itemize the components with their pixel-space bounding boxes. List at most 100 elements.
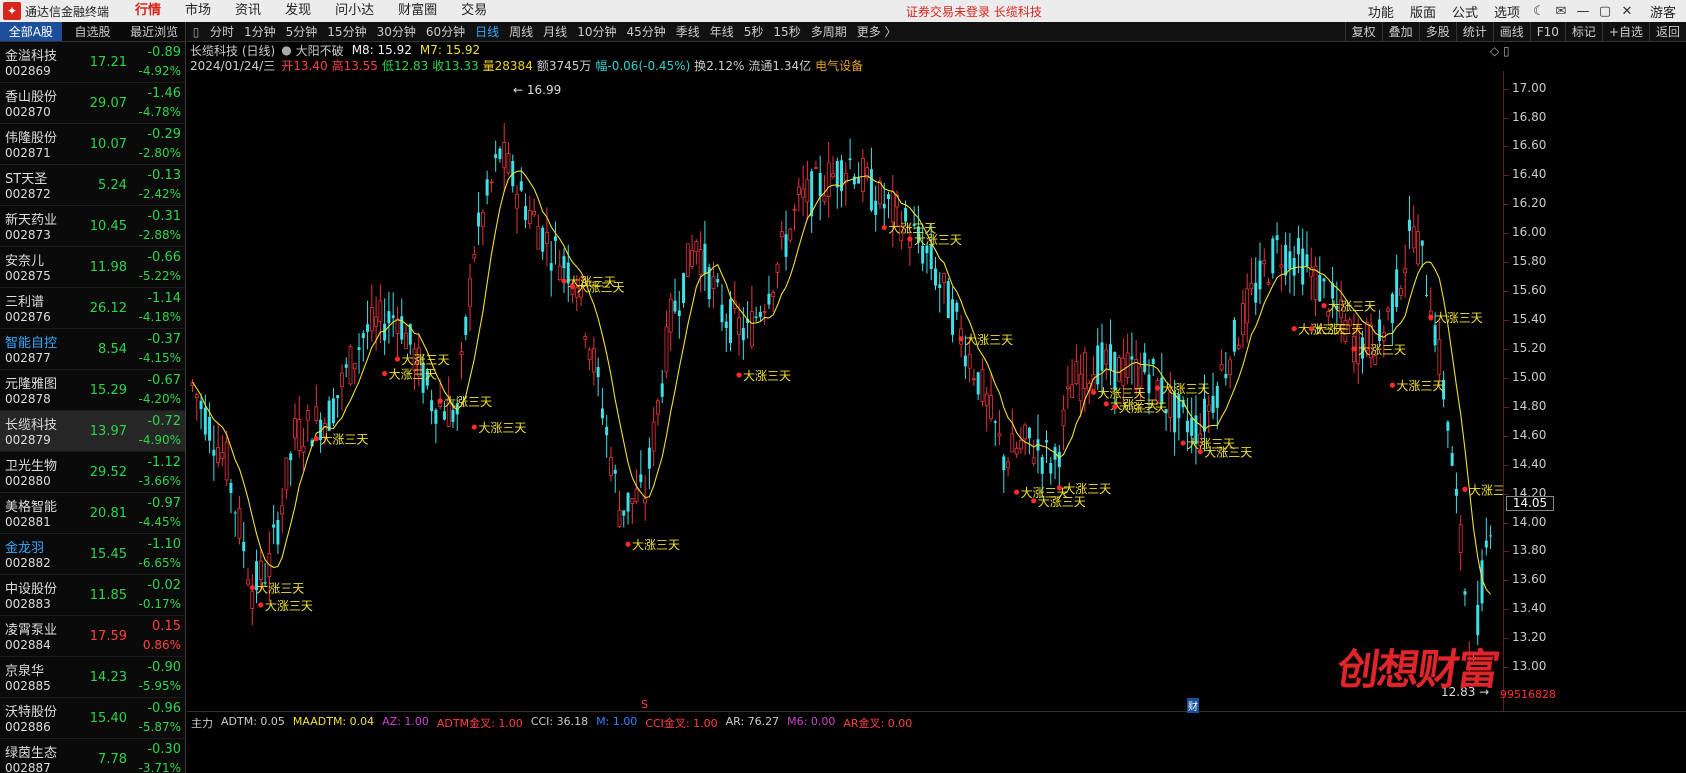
stock-row[interactable]: ST天圣 002872 5.24 -0.13 -2.42%: [0, 165, 185, 206]
stock-row[interactable]: 中设股份 002883 11.85 -0.02 -0.17%: [0, 575, 185, 616]
period-tab-6[interactable]: 日线: [470, 23, 504, 40]
guest-button[interactable]: 游客: [1638, 2, 1686, 21]
stock-row[interactable]: 智能自控 002877 8.54 -0.37 -4.15%: [0, 329, 185, 370]
stock-row[interactable]: 京泉华 002885 14.23 -0.90 -5.95%: [0, 657, 185, 698]
sidebar-tab-1[interactable]: 自选股: [62, 22, 124, 41]
candle: [651, 407, 656, 467]
period-tab-8[interactable]: 月线: [538, 23, 572, 40]
stock-row[interactable]: 卫光生物 002880 29.52 -1.12 -3.66%: [0, 452, 185, 493]
period-tab-1[interactable]: 1分钟: [239, 23, 281, 40]
candle: [583, 332, 588, 348]
candle: [656, 398, 660, 426]
menu-0[interactable]: 行情: [123, 0, 173, 22]
period-tab-9[interactable]: 10分钟: [572, 23, 621, 40]
tool-button-5[interactable]: F10: [1529, 22, 1565, 42]
stock-row[interactable]: 元隆雅图 002878 15.29 -0.67 -4.20%: [0, 370, 185, 411]
top-right-3[interactable]: 选项: [1486, 2, 1528, 21]
period-tab-14[interactable]: 15秒: [768, 23, 805, 40]
stock-row[interactable]: 沃特股份 002886 15.40 -0.96 -5.87%: [0, 698, 185, 739]
tick-mark: [1504, 320, 1509, 321]
stock-row[interactable]: 安奈儿 002875 11.98 -0.66 -5.22%: [0, 247, 185, 288]
signal-marker: 大涨三天: [958, 332, 1013, 347]
signal-label: 大涨三天: [1119, 400, 1167, 415]
close-icon[interactable]: ✕: [1616, 4, 1638, 19]
stock-row[interactable]: 美格智能 002881 20.81 -0.97 -4.45%: [0, 493, 185, 534]
stock-pct: -5.22%: [138, 269, 181, 283]
tool-button-0[interactable]: 复权: [1344, 22, 1382, 42]
period-tab-4[interactable]: 30分钟: [372, 23, 421, 40]
stock-code: 002877: [5, 351, 51, 365]
period-tab-13[interactable]: 5秒: [739, 23, 769, 40]
menu-4[interactable]: 问小达: [323, 0, 386, 22]
signal-label: 大涨三天: [478, 420, 526, 435]
tick-mark: [1504, 117, 1509, 119]
tick-mark: [1504, 464, 1509, 466]
tool-button-3[interactable]: 统计: [1455, 22, 1493, 42]
tool-button-8[interactable]: 返回: [1648, 22, 1686, 42]
login-notice[interactable]: 证券交易未登录 长缆科技: [906, 3, 1042, 20]
tool-button-7[interactable]: +自选: [1601, 22, 1649, 42]
candlestick-chart[interactable]: 大涨三天大涨三天大涨三天大涨三天大涨三天大涨三天大涨三天大涨三天大涨三天大涨三天…: [187, 71, 1503, 711]
menu-3[interactable]: 发现: [273, 0, 323, 22]
stock-row[interactable]: 长缆科技 002879 13.97 -0.72 -4.90%: [0, 411, 185, 452]
tick-mark: [1504, 522, 1509, 524]
top-right-1[interactable]: 版面: [1402, 2, 1444, 21]
menu-5[interactable]: 财富圈: [386, 0, 449, 22]
period-tab-12[interactable]: 年线: [705, 23, 739, 40]
period-tab-3[interactable]: 15分钟: [322, 23, 371, 40]
candle: [1049, 457, 1053, 485]
period-tab-2[interactable]: 5分钟: [281, 23, 323, 40]
menu-2[interactable]: 资讯: [223, 0, 273, 22]
price-tick: 17.00: [1512, 80, 1547, 95]
stock-row[interactable]: 三利谱 002876 26.12 -1.14 -4.18%: [0, 288, 185, 329]
minimize-icon[interactable]: —: [1572, 4, 1594, 19]
tool-button-4[interactable]: 画线: [1492, 22, 1530, 42]
period-tab-15[interactable]: 多周期: [806, 23, 852, 40]
maximize-icon[interactable]: ▢: [1594, 4, 1616, 19]
candle: [549, 241, 553, 297]
stock-row[interactable]: 绿茵生态 002887 7.78 -0.30 -3.71%: [0, 739, 185, 773]
theme-icon[interactable]: ☾: [1528, 4, 1550, 19]
tick-mark: [1504, 493, 1509, 495]
candle: [1420, 240, 1424, 268]
menu-1[interactable]: 市场: [173, 0, 223, 22]
chart-options-icon[interactable]: ◇ ▯: [1490, 44, 1510, 58]
tool-button-6[interactable]: 标记: [1564, 22, 1602, 42]
tool-button-1[interactable]: 叠加: [1381, 22, 1419, 42]
tick-mark: [1504, 291, 1509, 293]
candle: [626, 492, 630, 525]
stock-row[interactable]: 新天药业 002873 10.45 -0.31 -2.88%: [0, 206, 185, 247]
candle: [340, 364, 344, 411]
stock-pct: -0.17%: [138, 597, 181, 611]
candle: [430, 389, 434, 425]
candle: [1236, 337, 1241, 351]
candle: [613, 464, 617, 493]
signal-label: 大涨三天: [1204, 445, 1252, 460]
stock-row[interactable]: 伟隆股份 002871 10.07 -0.29 -2.80%: [0, 124, 185, 165]
sidebar-tab-2[interactable]: 最近浏览: [123, 22, 185, 41]
top-right-0[interactable]: 功能: [1360, 2, 1402, 21]
period-tab-7[interactable]: 周线: [504, 23, 538, 40]
top-right-2[interactable]: 公式: [1444, 2, 1486, 21]
period-tab-5[interactable]: 60分钟: [421, 23, 470, 40]
stock-row[interactable]: 香山股份 002870 29.07 -1.46 -4.78%: [0, 83, 185, 124]
indicator-dot-icon[interactable]: ●: [281, 43, 291, 57]
stock-row[interactable]: 金溢科技 002869 17.21 -0.89 -4.92%: [0, 42, 185, 83]
stock-row[interactable]: 金龙羽 002882 15.45 -1.10 -6.65%: [0, 534, 185, 575]
finance-marker[interactable]: 财: [1187, 698, 1199, 713]
period-tab-11[interactable]: 季线: [671, 23, 705, 40]
candle: [737, 303, 741, 356]
sidebar-tab-0[interactable]: 全部A股: [0, 22, 62, 41]
menu-6[interactable]: 交易: [449, 0, 499, 22]
tool-button-2[interactable]: 多股: [1418, 22, 1456, 42]
period-tab-0[interactable]: 分时: [205, 23, 239, 40]
candle: [1053, 443, 1057, 480]
panel-toggle-icon[interactable]: ▯: [187, 25, 205, 39]
stock-row[interactable]: 凌霄泵业 002884 17.59 0.15 0.86%: [0, 616, 185, 657]
period-tab-16[interactable]: 更多 〉: [852, 23, 902, 40]
period-tab-10[interactable]: 45分钟: [621, 23, 670, 40]
candle: [344, 357, 348, 378]
mail-icon[interactable]: ✉: [1550, 4, 1572, 19]
candle: [933, 256, 937, 291]
signal-label: 大涨三天: [1435, 310, 1483, 325]
